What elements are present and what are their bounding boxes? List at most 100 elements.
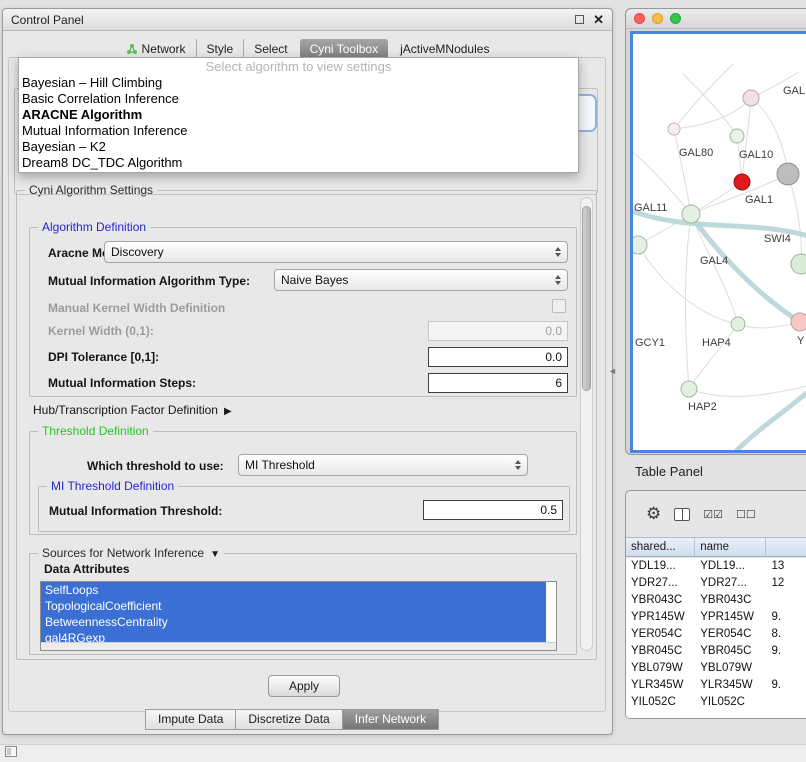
algorithm-option[interactable]: Dream8 DC_TDC Algorithm (19, 155, 578, 171)
show-columns-icon[interactable] (674, 508, 690, 521)
network-node[interactable] (791, 313, 806, 331)
table-cell: YDL19... (626, 558, 695, 575)
network-node-label: GAL (783, 85, 805, 97)
tab-cyni-toolbox[interactable]: Cyni Toolbox (300, 39, 388, 59)
table-row[interactable]: YBR043CYBR043C (626, 592, 806, 609)
expand-arrow-icon[interactable]: ▶ (224, 406, 232, 417)
table-cell (766, 694, 806, 711)
float-window-icon[interactable] (575, 15, 584, 24)
network-node[interactable] (791, 254, 806, 274)
network-node-label: GAL10 (739, 149, 773, 161)
network-node-label: GCY1 (635, 337, 665, 349)
table-row[interactable]: YER054CYER054C8. (626, 626, 806, 643)
tab-style[interactable]: Style (196, 39, 244, 59)
table-row[interactable]: YBL079WYBL079W (626, 660, 806, 677)
which-threshold-combobox[interactable]: MI Threshold (238, 454, 528, 476)
network-canvas[interactable]: GAL80GAL10GAL11GAL1SWI4GAL4GCY1HAP4HAP2G… (630, 31, 806, 453)
network-node[interactable] (743, 90, 759, 106)
attribute-item[interactable]: SelfLoops (41, 582, 546, 598)
tab-discretize-data[interactable]: Discretize Data (236, 709, 342, 730)
apply-button[interactable]: Apply (268, 675, 340, 697)
attribute-item[interactable]: TopologicalCoefficient (41, 598, 546, 614)
which-threshold-value: MI Threshold (245, 458, 315, 472)
network-node[interactable] (682, 205, 700, 223)
table-row[interactable]: YBR045CYBR045C9. (626, 643, 806, 660)
gear-icon[interactable]: ⚙ (646, 504, 661, 524)
tab-jactivemodules[interactable]: jActiveMNodules (390, 39, 499, 59)
network-node-label: GAL1 (745, 194, 773, 206)
scrollbar-thumb[interactable] (582, 206, 591, 391)
tab-impute-data[interactable]: Impute Data (145, 709, 236, 730)
hub-definition-section[interactable]: Hub/Transcription Factor Definition▶ (33, 403, 232, 417)
aracne-mode-combobox[interactable]: Discovery (104, 241, 568, 263)
algorithm-definition-group: Algorithm Definition Aracne Mode: Discov… (29, 227, 577, 397)
settings-scrollbar[interactable] (580, 197, 593, 651)
manual-kernel-width-label: Manual Kernel Width Definition (48, 301, 225, 315)
table-row[interactable]: YPR145WYPR145W9. (626, 609, 806, 626)
column-header-extra[interactable] (766, 538, 806, 556)
collapse-arrow-icon[interactable]: ▼ (210, 549, 220, 560)
table-cell: 9. (766, 643, 806, 660)
mi-threshold-group-title: MI Threshold Definition (47, 479, 178, 493)
table-cell: YDR27... (695, 575, 766, 592)
mi-threshold-group: MI Threshold Definition Mutual Informati… (38, 486, 570, 532)
network-node[interactable] (734, 174, 750, 190)
table-cell: YBR045C (695, 643, 766, 660)
window-title: Control Panel (11, 13, 84, 27)
network-node[interactable] (731, 317, 745, 331)
tab-network[interactable]: Network (116, 39, 196, 59)
tab-select[interactable]: Select (243, 39, 297, 59)
column-header-name[interactable]: name (695, 538, 766, 556)
mi-algorithm-type-value: Naive Bayes (281, 273, 348, 287)
network-edge (742, 98, 751, 182)
panel-toggle-icon[interactable] (5, 746, 17, 757)
close-traffic-icon[interactable] (634, 13, 645, 24)
sources-title-label: Sources for Network Inference (42, 546, 204, 560)
close-icon[interactable]: ✕ (593, 13, 604, 26)
table-cell: YER054C (626, 626, 695, 643)
algorithm-option[interactable]: Bayesian – Hill Climbing (19, 75, 578, 91)
network-node[interactable] (777, 163, 799, 185)
algorithm-option[interactable]: Bayesian – K2 (19, 139, 578, 155)
threshold-definition-group: Threshold Definition Which threshold to … (29, 431, 577, 535)
mi-steps-field[interactable]: 6 (428, 373, 568, 393)
select-all-icon[interactable]: ☑☑ (703, 508, 723, 521)
network-node[interactable] (681, 381, 697, 397)
column-header-shared-name[interactable]: shared... (626, 538, 695, 556)
deselect-all-icon[interactable]: ☐☐ (736, 508, 756, 521)
splitter-collapse-icon[interactable]: ◄ (608, 366, 617, 376)
list-horizontal-scrollbar[interactable] (41, 642, 556, 650)
table-cell: YIL052C (695, 694, 766, 711)
attribute-item[interactable]: BetweennessCentrality (41, 614, 546, 630)
table-row[interactable]: YDL19...YDL19...13 (626, 558, 806, 575)
table-toolbar: ⚙ ☑☑ ☐☐ (626, 491, 806, 537)
table-row[interactable]: YLR345WYLR345W9. (626, 677, 806, 694)
algorithm-dropdown-placeholder[interactable]: Select algorithm to view settings (19, 58, 578, 75)
network-node-label: GAL11 (634, 202, 667, 214)
network-edge (751, 98, 788, 174)
table-cell: YBR043C (695, 592, 766, 609)
network-edge (788, 174, 801, 264)
network-edge (689, 386, 806, 396)
table-row[interactable]: YDR27...YDR27...12 (626, 575, 806, 592)
table-cell: YBR043C (626, 592, 695, 609)
table-cell (766, 660, 806, 677)
table-row[interactable]: YIL052CYIL052C (626, 694, 806, 711)
kernel-width-field[interactable]: 0.0 (428, 321, 568, 341)
network-node[interactable] (633, 236, 647, 254)
algorithm-option[interactable]: Basic Correlation Inference (19, 91, 578, 107)
network-node[interactable] (730, 129, 744, 143)
manual-kernel-width-checkbox[interactable] (552, 299, 566, 313)
algorithm-option[interactable]: ARACNE Algorithm (19, 107, 578, 123)
tab-infer-network[interactable]: Infer Network (343, 709, 439, 730)
minimize-traffic-icon[interactable] (652, 13, 663, 24)
mi-threshold-field[interactable]: 0.5 (423, 500, 563, 520)
dpi-tolerance-field[interactable]: 0.0 (428, 347, 568, 367)
table-cell: YIL052C (626, 694, 695, 711)
data-attributes-list[interactable]: SelfLoopsTopologicalCoefficientBetweenne… (40, 581, 557, 651)
zoom-traffic-icon[interactable] (670, 13, 681, 24)
sources-title[interactable]: Sources for Network Inference ▼ (38, 546, 224, 560)
mi-algorithm-type-combobox[interactable]: Naive Bayes (274, 269, 568, 291)
algorithm-option[interactable]: Mutual Information Inference (19, 123, 578, 139)
network-node[interactable] (668, 123, 680, 135)
